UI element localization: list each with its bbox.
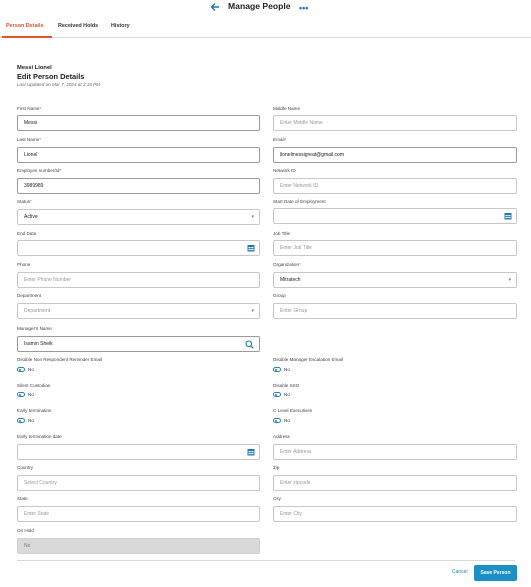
city-label: City (273, 496, 281, 501)
manager-name-value: Isamin Sheik (24, 341, 53, 347)
early-termination-date-label: Early termination date (17, 434, 62, 439)
page-title: Manage People (228, 1, 291, 11)
department-label: Department (17, 293, 42, 298)
save-person-button[interactable]: Save Person (474, 565, 517, 581)
silent-custodian-label: Silent Custodian (17, 383, 51, 388)
network-id-field[interactable]: Enter Network ID (273, 178, 517, 194)
c-level-executives-value: No (284, 418, 290, 423)
disable-sso-label: Disable SSO (273, 383, 300, 388)
c-level-executives-label: C Level Executives (273, 408, 313, 413)
middle-name-field[interactable]: Enter Middle Name (273, 115, 517, 131)
phone-label: Phone (17, 262, 31, 267)
employee-number-label: Employee number/Id* (17, 168, 62, 173)
zip-field[interactable]: Enter zipcode (273, 475, 517, 491)
early-termination-toggle[interactable] (17, 418, 25, 423)
chevron-down-icon: ▾ (251, 308, 254, 314)
disable-non-respondent-value: No (28, 367, 34, 372)
tab-history[interactable]: History (111, 14, 130, 38)
country-field[interactable]: Select Country (17, 475, 260, 491)
last-updated-text: Last Updated on Mar 7, 2024 at 3:15 PM (17, 82, 100, 87)
network-id-label: Network ID (273, 168, 296, 173)
first-name-field[interactable]: Messi (17, 115, 260, 131)
last-name-label: Last Name* (17, 137, 42, 142)
disable-sso-toggle[interactable] (273, 392, 281, 397)
status-select-value: Active (24, 214, 38, 220)
chevron-down-icon: ▾ (251, 214, 254, 220)
on-hold-field: No (17, 538, 260, 554)
page-header: Manage People ••• (0, 0, 531, 14)
first-name-label: First Name* (17, 106, 42, 111)
cancel-button[interactable]: Cancel (452, 569, 468, 575)
start-date-field[interactable] (273, 208, 517, 224)
employee-number-field[interactable]: 3989989 (17, 178, 260, 194)
status-label: Status* (17, 199, 32, 204)
early-termination-value: No (28, 418, 34, 423)
calendar-icon[interactable] (247, 448, 255, 456)
disable-manager-escalation-toggle[interactable] (273, 367, 281, 372)
end-date-field[interactable] (17, 240, 260, 256)
manager-name-field[interactable]: Isamin Sheik (17, 336, 260, 352)
calendar-icon[interactable] (247, 244, 255, 252)
middle-name-label: Middle Name (273, 106, 301, 111)
on-hold-label: On Hold (17, 528, 34, 533)
early-termination-date-field[interactable] (17, 444, 260, 460)
calendar-icon[interactable] (504, 212, 512, 220)
manager-name-label: Manager's Name (17, 326, 52, 331)
status-select[interactable]: Active ▾ (17, 209, 260, 225)
city-field[interactable]: Enter City (273, 506, 517, 522)
person-name: Messi Lionel (17, 65, 52, 71)
department-select[interactable]: Department ▾ (17, 303, 260, 319)
chevron-down-icon: ▾ (508, 277, 511, 283)
group-field[interactable]: Enter Group (273, 303, 517, 319)
search-icon[interactable] (245, 340, 254, 349)
group-label: Group (273, 293, 286, 298)
email-field[interactable]: lionelmessigreat@gmail.com (273, 147, 517, 163)
footer-divider (17, 560, 515, 561)
last-name-field[interactable]: Lionel (17, 147, 260, 163)
tab-bar: Person Details Received Holds History (0, 14, 531, 38)
active-tab-indicator (2, 36, 52, 38)
country-label: Country (17, 465, 34, 470)
section-title: Edit Person Details (17, 72, 85, 81)
disable-non-respondent-toggle[interactable] (17, 367, 25, 372)
tab-received-holds[interactable]: Received Holds (58, 14, 98, 38)
organization-label: Organization* (273, 262, 301, 267)
silent-custodian-toggle[interactable] (17, 392, 25, 397)
address-field[interactable]: Enter Address (273, 444, 517, 460)
address-label: Address (273, 434, 290, 439)
job-title-label: Job Title (273, 231, 291, 236)
organization-select[interactable]: Mitratech ▾ (273, 272, 517, 288)
silent-custodian-value: No (28, 392, 34, 397)
job-title-field[interactable]: Enter Job Title (273, 240, 517, 256)
start-date-label: Start Date of Employment (273, 199, 326, 204)
state-label: State (17, 496, 28, 501)
disable-sso-value: No (284, 392, 290, 397)
phone-field[interactable]: Enter Phone Number (17, 272, 260, 288)
department-select-placeholder: Department (24, 308, 51, 314)
end-date-label: End Date (17, 231, 37, 236)
tab-person-details[interactable]: Person Details (6, 14, 43, 38)
disable-manager-escalation-value: No (284, 367, 290, 372)
arrow-left-icon[interactable] (210, 2, 220, 12)
more-horizontal-icon[interactable]: ••• (299, 3, 308, 13)
zip-label: Zip (273, 465, 280, 470)
disable-manager-escalation-label: Disable Manager Escalation Email (273, 357, 343, 362)
email-label: Email* (273, 137, 287, 142)
c-level-executives-toggle[interactable] (273, 418, 281, 423)
organization-select-value: Mitratech (280, 277, 301, 283)
early-termination-label: Early termination (17, 408, 52, 413)
disable-non-respondent-label: Disable Non Respondent Reminder Email (17, 357, 103, 362)
state-field[interactable]: Enter State (17, 506, 260, 522)
